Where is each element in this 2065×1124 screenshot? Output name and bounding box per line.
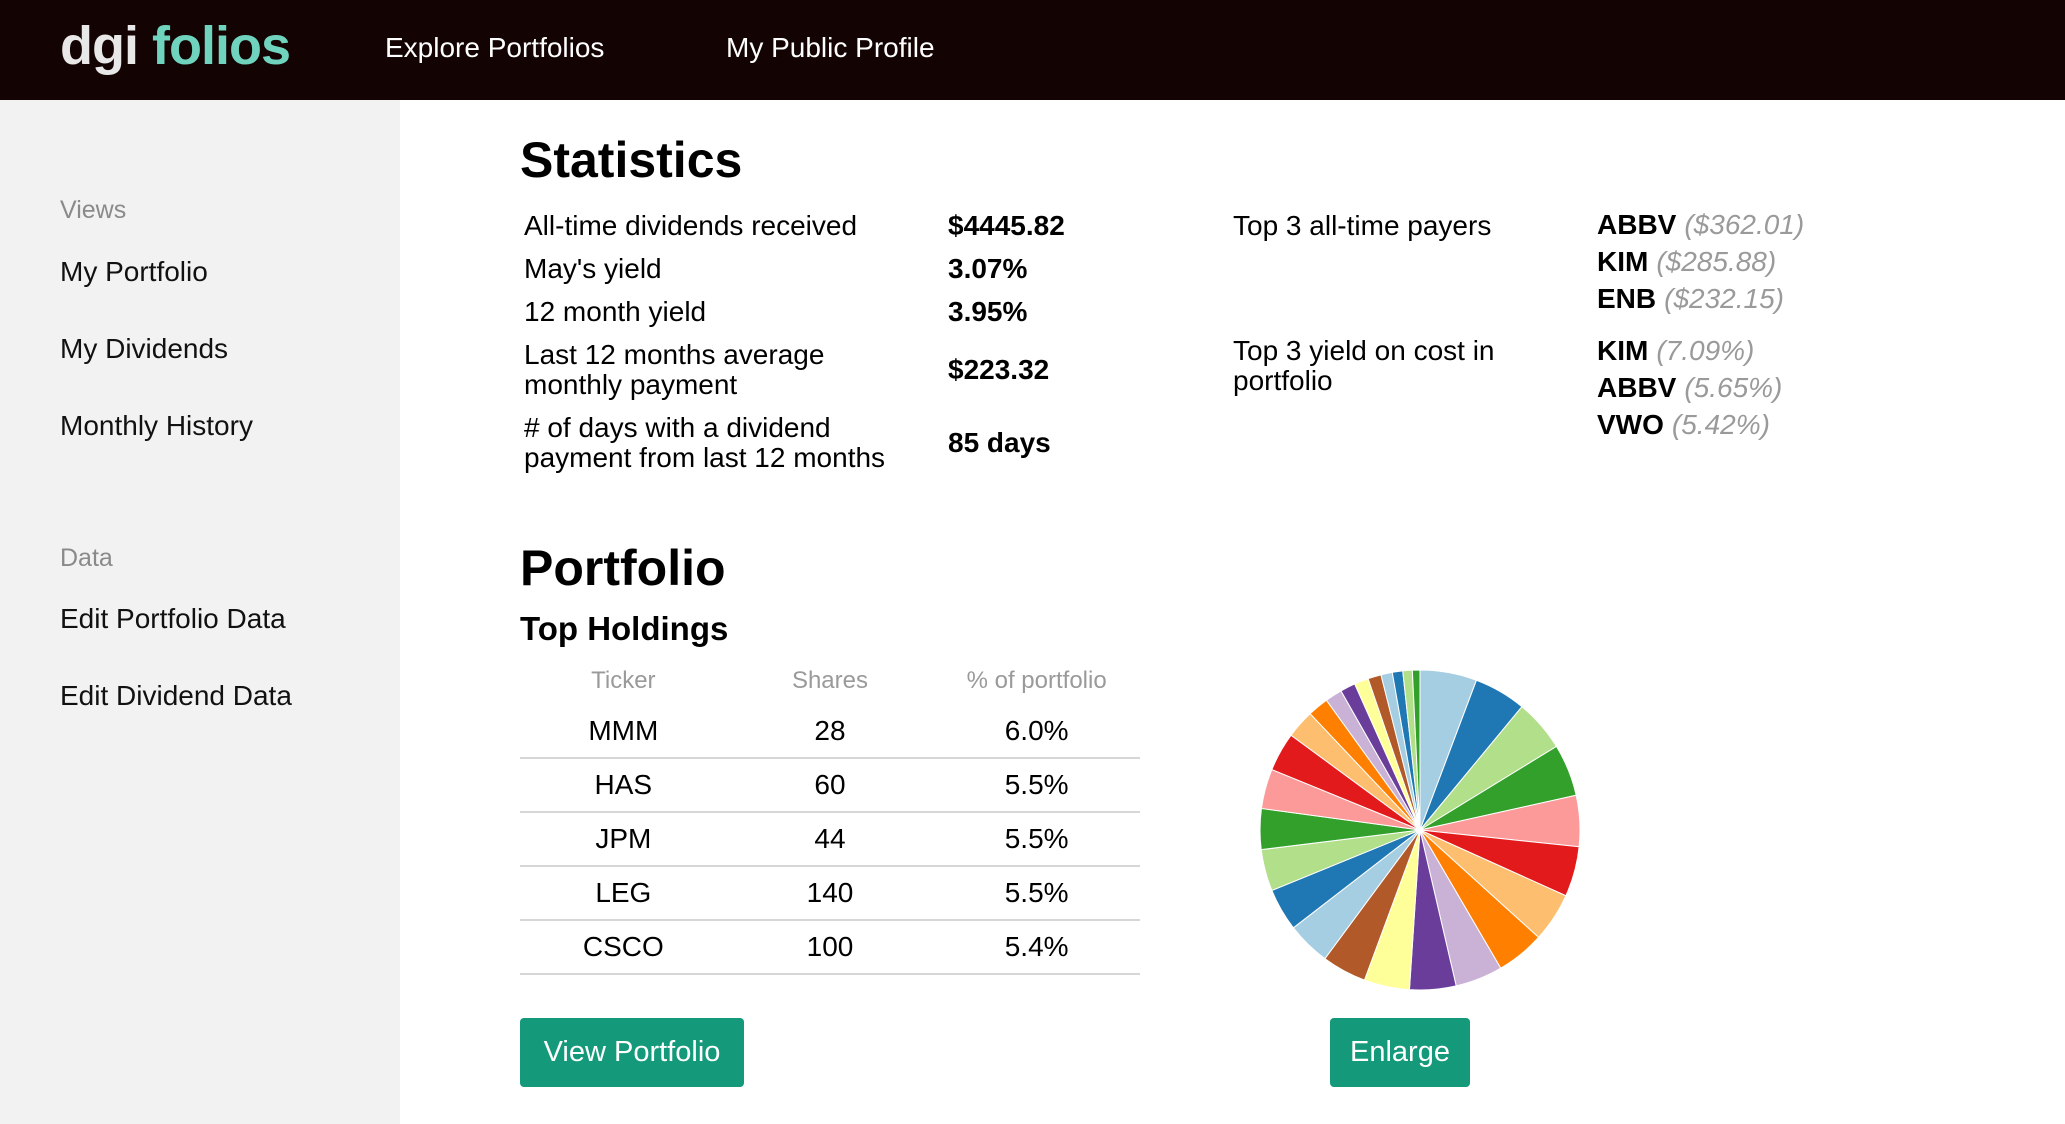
nav-explore-portfolios[interactable]: Explore Portfolios — [385, 30, 604, 66]
col-ticker: Ticker — [591, 667, 656, 694]
top-payer-item: KIM ($285.88) — [1597, 246, 1776, 278]
dgi-folios-logo[interactable]: dgi folios — [60, 16, 291, 76]
stat-label: Last 12 months average monthly payment — [524, 339, 825, 400]
payer-amount: ($362.01) — [1684, 209, 1805, 240]
payer-amount: ($285.88) — [1656, 246, 1777, 277]
view-portfolio-button[interactable]: View Portfolio — [520, 1018, 744, 1087]
sidebar-item-monthly-history[interactable]: Monthly History — [60, 410, 253, 442]
logo-text-dgi: dgi — [60, 16, 139, 76]
cell-percent: 6.0% — [933, 705, 1140, 759]
yield-amount: (7.09%) — [1656, 335, 1755, 366]
yield-ticker: VWO — [1597, 409, 1664, 440]
cell-shares: 100 — [726, 920, 934, 975]
table-row: CSCO 100 5.4% — [520, 920, 1140, 975]
table-row: LEG 140 5.5% — [520, 866, 1140, 921]
cell-shares: 28 — [726, 705, 934, 759]
sidebar-item-edit-dividend-data[interactable]: Edit Dividend Data — [60, 680, 292, 712]
table-row: HAS 60 5.5% — [520, 758, 1140, 813]
stat-value: $4445.82 — [948, 210, 1065, 241]
portfolio-pie-chart[interactable] — [1240, 650, 1600, 1010]
stat-label: All-time dividends received — [524, 210, 858, 241]
payer-ticker: KIM — [1597, 246, 1649, 277]
sidebar-section-data: Data — [60, 544, 113, 572]
stat-label: # of days with a dividend payment from l… — [524, 412, 886, 473]
yield-amount: (5.42%) — [1671, 409, 1770, 440]
logo-text-folios: folios — [152, 16, 291, 76]
cell-ticker: MMM — [520, 705, 727, 759]
stat-label: May's yield — [524, 253, 662, 284]
col-shares: Shares — [791, 667, 868, 694]
yield-ticker: ABBV — [1597, 372, 1677, 403]
cell-ticker: CSCO — [520, 920, 727, 975]
top-yield-label: Top 3 yield on cost in portfolio — [1233, 335, 1495, 396]
cell-percent: 5.5% — [933, 866, 1140, 921]
cell-shares: 60 — [726, 758, 934, 813]
col-percent: % of portfolio — [966, 667, 1107, 694]
top-navbar: dgi folios Explore Portfolios My Public … — [0, 0, 2065, 100]
table-row: JPM 44 5.5% — [520, 812, 1140, 867]
cell-ticker: JPM — [520, 812, 727, 867]
top-yield-item: KIM (7.09%) — [1597, 335, 1754, 367]
holdings-table: Ticker Shares % of portfolio MMM 28 6.0%… — [520, 657, 1140, 975]
yield-ticker: KIM — [1597, 335, 1649, 366]
cell-ticker: HAS — [520, 758, 727, 813]
cell-percent: 5.5% — [933, 812, 1140, 867]
payer-ticker: ENB — [1597, 283, 1657, 314]
stat-value: 3.07% — [948, 253, 1028, 284]
sidebar-section-views: Views — [60, 196, 127, 224]
cell-ticker: LEG — [520, 866, 727, 921]
sidebar-item-my-dividends[interactable]: My Dividends — [60, 333, 228, 365]
stat-value: $223.32 — [948, 354, 1050, 385]
sidebar-item-edit-portfolio-data[interactable]: Edit Portfolio Data — [60, 603, 286, 635]
top-yield-item: ABBV (5.65%) — [1597, 372, 1782, 404]
enlarge-button[interactable]: Enlarge — [1330, 1018, 1470, 1087]
top-payer-item: ENB ($232.15) — [1597, 283, 1784, 315]
cell-shares: 140 — [726, 866, 934, 921]
yield-amount: (5.65%) — [1684, 372, 1783, 403]
top-yield-item: VWO (5.42%) — [1597, 409, 1770, 441]
statistics-title: Statistics — [520, 132, 743, 188]
top-payers-label: Top 3 all-time payers — [1233, 210, 1492, 241]
table-header-row: Ticker Shares % of portfolio — [520, 657, 1140, 705]
cell-shares: 44 — [726, 812, 934, 867]
cell-percent: 5.5% — [933, 758, 1140, 813]
payer-ticker: ABBV — [1597, 209, 1677, 240]
stat-label: 12 month yield — [524, 296, 707, 327]
table-row: MMM 28 6.0% — [520, 705, 1140, 759]
portfolio-title: Portfolio — [520, 540, 726, 596]
cell-percent: 5.4% — [933, 920, 1140, 975]
top-payer-item: ABBV ($362.01) — [1597, 209, 1804, 241]
sidebar-item-my-portfolio[interactable]: My Portfolio — [60, 256, 208, 288]
sidebar: Views My Portfolio My Dividends Monthly … — [0, 100, 400, 1124]
stat-value: 3.95% — [948, 296, 1028, 327]
stat-value: 85 days — [948, 427, 1051, 458]
top-holdings-title: Top Holdings — [520, 610, 729, 647]
payer-amount: ($232.15) — [1664, 283, 1784, 314]
nav-my-public-profile[interactable]: My Public Profile — [726, 30, 935, 66]
